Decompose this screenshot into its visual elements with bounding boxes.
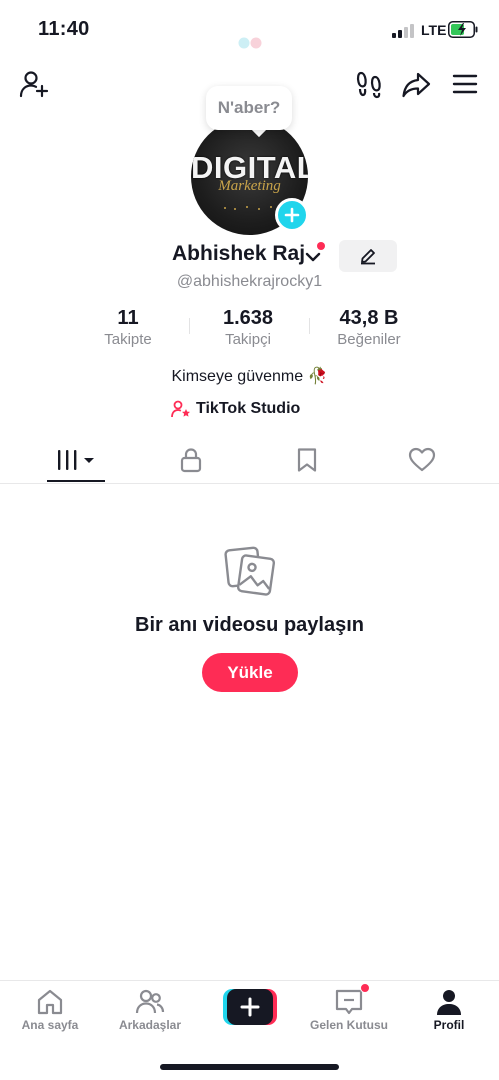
grid-icon <box>58 450 94 470</box>
notification-dot <box>317 242 325 250</box>
nav-friends-label: Arkadaşlar <box>118 1018 182 1032</box>
likes-label: Beğeniler <box>337 331 401 348</box>
private-tab[interactable] <box>133 438 249 482</box>
home-icon <box>37 989 63 1015</box>
name-row: Abhishek Raj <box>0 242 499 272</box>
saved-tab[interactable] <box>249 438 365 482</box>
heart-icon <box>408 447 436 472</box>
profile-views-button[interactable] <box>354 68 386 100</box>
friends-icon <box>135 989 165 1014</box>
avatar-logo-subtext: Marketing <box>218 178 281 194</box>
add-story-button[interactable] <box>275 198 309 232</box>
empty-state-title: Bir anı videosu paylaşın <box>135 614 364 636</box>
photo-gallery-icon <box>224 546 276 596</box>
tiktok-studio-label: TikTok Studio <box>196 400 301 417</box>
share-arrow-icon <box>402 72 431 98</box>
upload-button-label: Yükle <box>227 662 273 682</box>
videos-tab[interactable] <box>18 438 134 482</box>
liked-tab[interactable] <box>364 438 480 482</box>
nav-friends[interactable]: Arkadaşlar <box>100 987 200 1032</box>
profile-icon <box>437 990 461 1015</box>
following-label: Takipte <box>104 331 152 348</box>
profile-stats: 11 Takipte 1.638 Takipçi 43,8 B Beğenile… <box>0 306 499 356</box>
studio-person-star-icon <box>171 400 190 418</box>
add-friend-button[interactable] <box>18 68 50 100</box>
nav-inbox-label: Gelen Kutusu <box>309 1018 388 1032</box>
avatar-decoration-icon <box>224 206 272 210</box>
hamburger-menu-icon <box>452 74 478 94</box>
bookmark-icon <box>297 448 317 472</box>
profile-name[interactable]: Abhishek Raj <box>172 242 305 266</box>
chevron-down-icon[interactable] <box>304 248 322 266</box>
profile-bio: Kimseye güvenme 🥀 <box>171 368 328 385</box>
footprints-icon <box>356 71 381 99</box>
home-indicator <box>160 1064 339 1070</box>
pencil-icon <box>361 249 375 265</box>
following-stat[interactable]: 11 Takipte <box>68 306 188 350</box>
nav-profile[interactable]: Profil <box>399 987 499 1032</box>
plus-icon <box>284 207 300 223</box>
status-time: 11:40 <box>38 18 90 40</box>
lock-icon <box>180 448 202 473</box>
nav-profile-label: Profil <box>433 1018 465 1032</box>
nav-home[interactable]: Ana sayfa <box>0 987 100 1032</box>
tiktok-studio-link[interactable]: TikTok Studio <box>171 398 300 420</box>
followers-stat[interactable]: 1.638 Takipçi <box>188 306 308 350</box>
battery-icon <box>448 21 478 38</box>
nav-inbox[interactable]: Gelen Kutusu <box>299 987 399 1032</box>
upload-button[interactable]: Yükle <box>202 653 298 692</box>
nav-home-label: Ana sayfa <box>21 1018 79 1032</box>
menu-button[interactable] <box>449 68 481 100</box>
profile-tabs <box>0 438 499 484</box>
inbox-notification-dot <box>360 983 370 993</box>
share-button[interactable] <box>400 68 432 100</box>
followers-count: 1.638 <box>222 307 274 329</box>
followers-label: Takipçi <box>225 331 271 348</box>
status-bubble-text: N'aber? <box>217 98 281 117</box>
likes-count: 43,8 B <box>339 307 399 329</box>
likes-stat[interactable]: 43,8 B Beğeniler <box>309 306 429 350</box>
following-count: 11 <box>117 307 139 329</box>
active-tab-indicator <box>47 480 105 482</box>
status-bar: 11:40 LTE <box>0 0 499 58</box>
camera-indicator-icon <box>238 37 262 49</box>
profile-handle: @abhishekrajrocky1 <box>176 273 323 290</box>
network-type: LTE <box>421 22 447 38</box>
create-button[interactable] <box>223 989 277 1025</box>
inbox-icon <box>335 989 363 1015</box>
person-add-icon <box>19 71 49 98</box>
signal-icon <box>392 24 416 38</box>
status-bubble[interactable]: N'aber? <box>206 86 292 130</box>
edit-profile-button[interactable] <box>339 240 397 272</box>
